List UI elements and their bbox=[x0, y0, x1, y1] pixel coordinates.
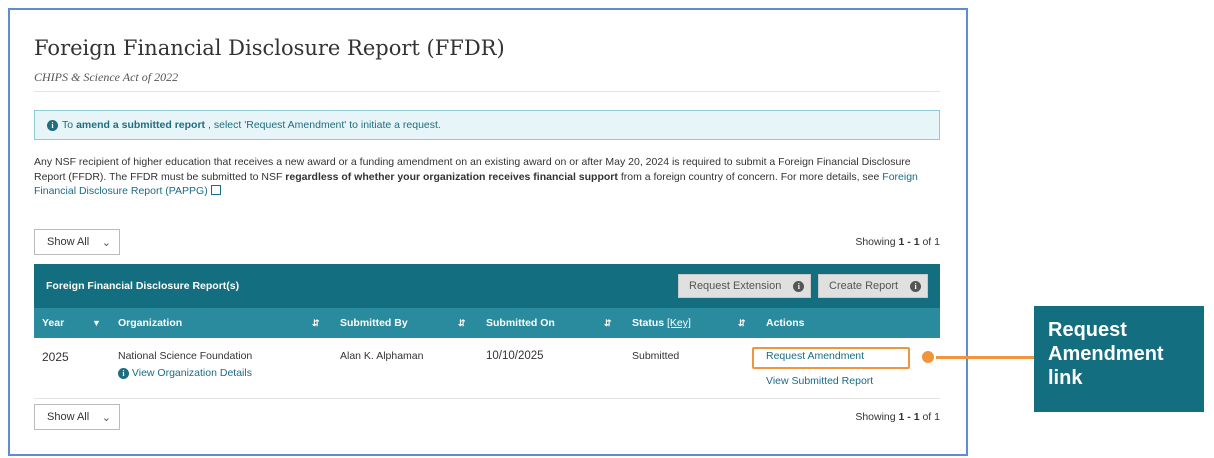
chevron-down-icon: ⌄ bbox=[101, 236, 111, 249]
col-submitted-on[interactable]: Submitted On ⇵ bbox=[478, 308, 624, 338]
callout-connector bbox=[930, 356, 1034, 359]
info-icon[interactable]: i bbox=[910, 280, 922, 292]
cell-submitted-on: 10/10/2025 bbox=[486, 350, 544, 362]
view-submitted-report-link[interactable]: View Submitted Report bbox=[766, 375, 873, 387]
col-year[interactable]: Year ▼ bbox=[34, 308, 110, 338]
show-all-select-top[interactable]: Show All ⌄ bbox=[34, 229, 120, 255]
info-icon: i bbox=[47, 119, 58, 131]
page-title: Foreign Financial Disclosure Report (FFD… bbox=[34, 36, 505, 60]
intro-bold: regardless of whether your organization … bbox=[285, 170, 618, 183]
intro-paragraph: Any NSF recipient of higher education th… bbox=[34, 155, 944, 199]
sort-desc-icon: ▼ bbox=[92, 318, 101, 328]
info-icon: i bbox=[118, 367, 129, 379]
info-alert: i To amend a submitted report , select '… bbox=[34, 110, 940, 140]
table-header: Foreign Financial Disclosure Report(s) R… bbox=[34, 264, 940, 308]
divider bbox=[34, 91, 940, 92]
table-title: Foreign Financial Disclosure Report(s) bbox=[46, 280, 240, 292]
sort-icon: ⇵ bbox=[738, 317, 746, 328]
col-submitted-by[interactable]: Submitted By ⇵ bbox=[332, 308, 478, 338]
select-value: Show All bbox=[47, 236, 90, 248]
alert-bold: amend a submitted report bbox=[76, 119, 206, 131]
alert-prefix: To bbox=[62, 119, 74, 131]
page-subtitle: CHIPS & Science Act of 2022 bbox=[34, 70, 179, 84]
callout-dot bbox=[920, 349, 936, 365]
create-report-button[interactable]: Create Report i bbox=[818, 274, 929, 298]
cell-submitted-by: Alan K. Alphaman bbox=[340, 350, 424, 362]
sort-icon: ⇵ bbox=[312, 317, 320, 328]
col-actions: Actions bbox=[766, 317, 805, 329]
select-value: Show All bbox=[47, 411, 90, 423]
cell-organization: National Science Foundation bbox=[118, 350, 253, 362]
info-icon[interactable]: i bbox=[793, 280, 805, 292]
cell-year: 2025 bbox=[42, 350, 69, 364]
external-link-icon bbox=[210, 185, 221, 195]
sort-icon: ⇵ bbox=[604, 317, 612, 328]
view-org-details-link[interactable]: i View Organization Details bbox=[118, 367, 252, 379]
callout-label: Request Amendment link bbox=[1034, 306, 1204, 412]
alert-suffix: , select 'Request Amendment' to initiate… bbox=[208, 119, 441, 131]
showing-count-bottom: Showing 1 - 1 of 1 bbox=[855, 411, 940, 423]
cell-status: Submitted bbox=[632, 350, 680, 362]
sort-icon: ⇵ bbox=[458, 317, 466, 328]
amendment-highlight-box bbox=[752, 347, 910, 369]
intro-text-2: from a foreign country of concern. For m… bbox=[620, 170, 880, 183]
showing-count-top: Showing 1 - 1 of 1 bbox=[855, 236, 940, 248]
col-status[interactable]: Status [Key] ⇵ bbox=[624, 308, 758, 338]
chevron-down-icon: ⌄ bbox=[101, 411, 111, 424]
column-headers: Year ▼ Organization ⇵ Submitted By ⇵ Sub… bbox=[34, 308, 940, 338]
request-extension-button[interactable]: Request Extension i bbox=[678, 274, 812, 298]
show-all-select-bottom[interactable]: Show All ⌄ bbox=[34, 404, 120, 430]
col-organization[interactable]: Organization ⇵ bbox=[110, 308, 332, 338]
status-key-link[interactable]: [Key] bbox=[667, 317, 691, 329]
